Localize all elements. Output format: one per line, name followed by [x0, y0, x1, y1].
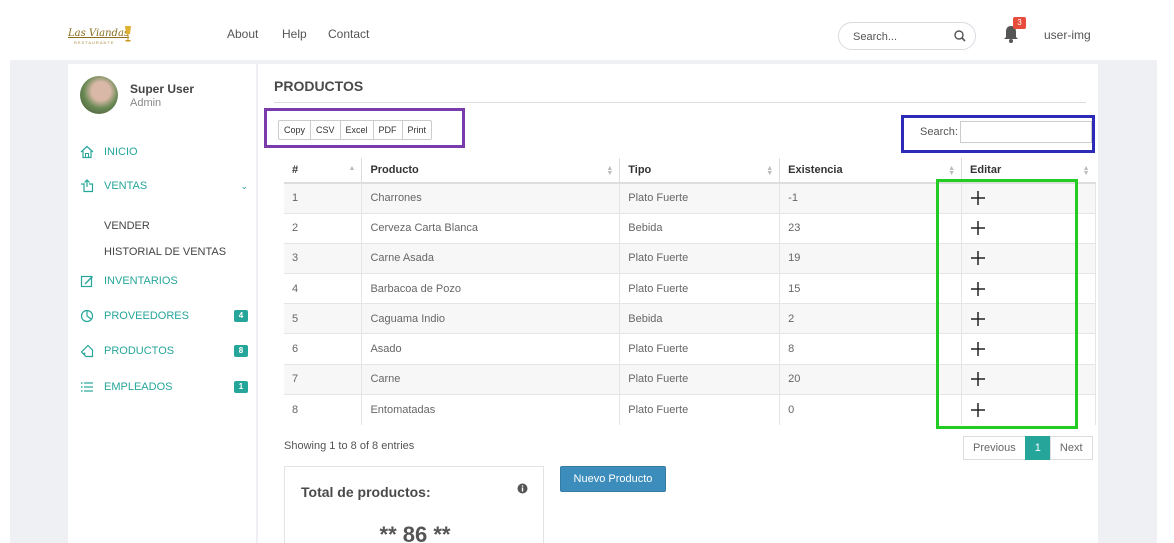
- chevron-down-icon: ⌄: [240, 180, 248, 191]
- top-navbar: Las Viandas RESTAURANTE About Help Conta…: [10, 10, 1157, 60]
- cell-existencia: 0: [779, 393, 963, 425]
- cell-number: 6: [284, 333, 363, 365]
- pagination-next[interactable]: Next: [1049, 436, 1093, 460]
- sidebar-item-ventas[interactable]: VENTAS ⌄: [80, 177, 248, 195]
- home-icon: [80, 145, 94, 159]
- new-product-button[interactable]: Nuevo Producto: [560, 466, 666, 492]
- list-icon: [81, 382, 93, 392]
- cell-producto: Barbacoa de Pozo: [361, 273, 621, 304]
- cell-number: 5: [284, 303, 363, 334]
- sort-asc-icon: ▲: [348, 165, 356, 172]
- cell-producto: Carne Asada: [361, 242, 621, 274]
- sort-icon: ▲ ▼: [766, 165, 774, 177]
- sort-icon: ▲ ▼: [1082, 165, 1090, 177]
- sidebar-item-label: VENTAS: [104, 180, 148, 192]
- search-icon[interactable]: [953, 29, 967, 43]
- header-search: [838, 22, 976, 50]
- sidebar-item-label: INICIO: [104, 146, 138, 158]
- stat-value: ** 86 **: [379, 522, 451, 543]
- stat-title: Total de productos:: [301, 484, 431, 500]
- cart-icon: [81, 179, 94, 193]
- sidebar-item-label: EMPLEADOS: [104, 381, 173, 393]
- user-name: Super User: [130, 82, 195, 96]
- cell-tipo: Plato Fuerte: [619, 333, 781, 365]
- count-badge: 1: [234, 381, 248, 393]
- cell-tipo: Plato Fuerte: [619, 242, 781, 274]
- page-title: PRODUCTOS: [274, 78, 364, 94]
- divider: [274, 102, 1086, 103]
- cell-tipo: Plato Fuerte: [619, 393, 781, 425]
- cell-producto: Charrones: [361, 182, 621, 214]
- nav-help[interactable]: Help: [282, 27, 307, 41]
- sidebar-item-label: PRODUCTOS: [104, 345, 175, 357]
- sidebar-item-inicio[interactable]: INICIO: [80, 143, 248, 161]
- sidebar-item-productos[interactable]: PRODUCTOS 8: [80, 342, 248, 360]
- sidebar-item-label: PROVEEDORES: [104, 310, 189, 322]
- cell-number: 8: [284, 393, 363, 425]
- tag-icon: [80, 344, 94, 358]
- sidebar-item-inventarios[interactable]: INVENTARIOS: [80, 272, 248, 290]
- column-header-number[interactable]: # ▲: [284, 158, 363, 184]
- pie-chart-icon: [80, 309, 94, 323]
- column-header-tipo[interactable]: Tipo ▲ ▼: [619, 158, 781, 184]
- header-search-input[interactable]: [853, 29, 943, 45]
- sidebar-item-empleados[interactable]: EMPLEADOS 1: [80, 378, 248, 396]
- logo[interactable]: Las Viandas RESTAURANTE: [68, 25, 134, 47]
- total-products-card: Total de productos: ** 86 **: [284, 466, 544, 543]
- column-header-producto[interactable]: Producto ▲ ▼: [361, 158, 621, 184]
- cell-tipo: Bebida: [619, 212, 781, 244]
- sidebar: Super User Admin INICIO VENTAS ⌄ VENDER …: [68, 64, 256, 543]
- notification-badge: 3: [1013, 17, 1026, 29]
- edit-icon: [80, 275, 93, 288]
- info-icon[interactable]: [517, 483, 528, 494]
- logo-text: Las Viandas: [68, 28, 130, 39]
- cell-existencia: -1: [779, 182, 963, 214]
- submenu-vender[interactable]: VENDER: [104, 220, 150, 232]
- cell-producto: Carne: [361, 363, 621, 395]
- user-menu[interactable]: user-img: [1044, 28, 1091, 42]
- nav-about[interactable]: About: [227, 27, 258, 41]
- table-info: Showing 1 to 8 of 8 entries: [284, 440, 415, 452]
- cell-producto: Asado: [361, 333, 621, 365]
- nav-contact[interactable]: Contact: [328, 27, 369, 41]
- sort-icon: ▲ ▼: [948, 165, 956, 177]
- cell-producto: Caguama Indio: [361, 303, 621, 334]
- cell-existencia: 19: [779, 242, 963, 274]
- cell-number: 4: [284, 273, 363, 304]
- cell-producto: Cerveza Carta Blanca: [361, 212, 621, 244]
- glass-icon: [125, 26, 131, 42]
- cell-tipo: Plato Fuerte: [619, 363, 781, 395]
- pagination: Previous 1 Next: [963, 436, 1093, 460]
- cell-existencia: 8: [779, 333, 963, 365]
- count-badge: 8: [234, 345, 248, 357]
- sidebar-item-proveedores[interactable]: PROVEEDORES 4: [80, 307, 248, 325]
- annotation-box-export: [264, 108, 465, 148]
- cell-tipo: Plato Fuerte: [619, 273, 781, 304]
- cell-existencia: 23: [779, 212, 963, 244]
- cell-number: 1: [284, 182, 363, 214]
- column-header-existencia[interactable]: Existencia ▲ ▼: [779, 158, 963, 184]
- sort-icon: ▲ ▼: [606, 165, 614, 177]
- avatar: [80, 76, 118, 114]
- cell-tipo: Bebida: [619, 303, 781, 334]
- cell-existencia: 2: [779, 303, 963, 334]
- cell-number: 7: [284, 363, 363, 395]
- cell-existencia: 15: [779, 273, 963, 304]
- submenu-historial-ventas[interactable]: HISTORIAL DE VENTAS: [104, 246, 226, 258]
- annotation-box-editar: [936, 179, 1078, 429]
- pagination-previous[interactable]: Previous: [963, 436, 1026, 460]
- sidebar-item-label: INVENTARIOS: [104, 275, 178, 287]
- cell-producto: Entomatadas: [361, 393, 621, 425]
- cell-existencia: 20: [779, 363, 963, 395]
- cell-tipo: Plato Fuerte: [619, 182, 781, 214]
- annotation-box-search: [901, 115, 1095, 153]
- cell-number: 2: [284, 212, 363, 244]
- cell-number: 3: [284, 242, 363, 274]
- pagination-page-1[interactable]: 1: [1024, 436, 1051, 460]
- count-badge: 4: [234, 310, 248, 322]
- logo-subtitle: RESTAURANTE: [74, 40, 115, 45]
- user-role: Admin: [130, 97, 162, 109]
